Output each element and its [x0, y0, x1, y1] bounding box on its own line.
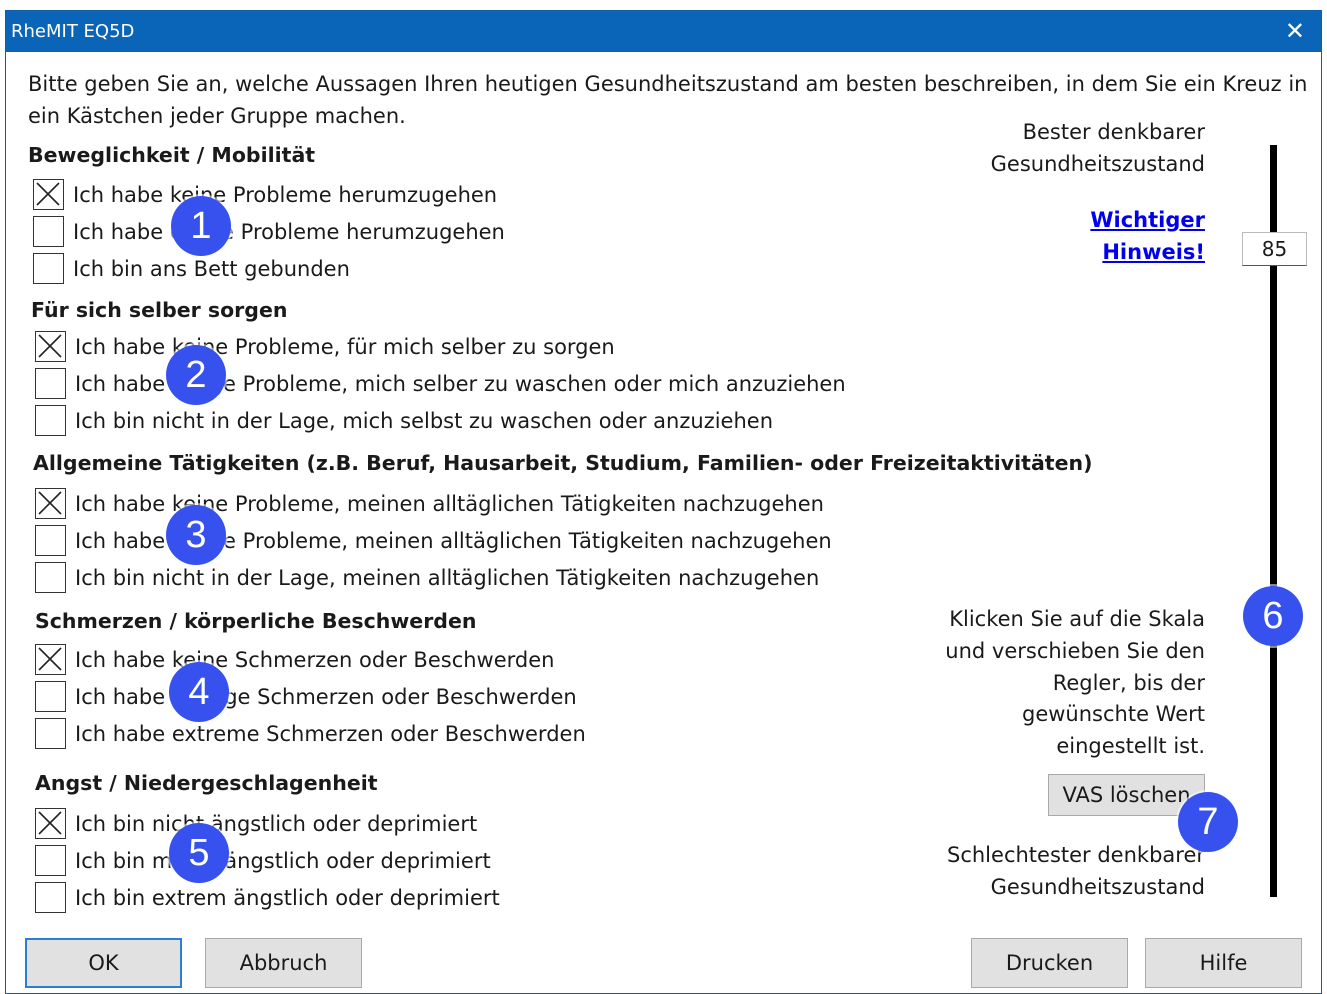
option-label: Ich habe mäßige Schmerzen oder Beschwerd…: [75, 685, 577, 709]
checkbox[interactable]: [33, 216, 64, 247]
step-badge: 7: [1178, 792, 1238, 852]
important-notice-link[interactable]: Wichtiger Hinweis!: [1090, 204, 1205, 268]
check-x-icon: [38, 334, 62, 358]
option-label: Ich habe extreme Schmerzen oder Beschwer…: [75, 722, 586, 746]
cancel-button[interactable]: Abbruch: [205, 938, 362, 988]
vas-hint-3: Regler, bis der: [1052, 671, 1205, 695]
step-badge: 4: [169, 662, 229, 722]
check-x-icon: [36, 182, 60, 206]
option-label: Ich bin extrem ängstlich oder deprimiert: [75, 886, 500, 910]
group-heading-activities: Allgemeine Tätigkeiten (z.B. Beruf, Haus…: [33, 451, 1093, 475]
print-button[interactable]: Drucken: [971, 938, 1128, 988]
option-label: Ich bin nicht ängstlich oder deprimiert: [75, 812, 478, 836]
checkbox[interactable]: [35, 644, 66, 675]
checkbox[interactable]: [35, 882, 66, 913]
check-x-icon: [38, 491, 62, 515]
checkbox[interactable]: [35, 681, 66, 712]
checkbox[interactable]: [35, 562, 66, 593]
vas-hint-2: und verschieben Sie den: [945, 639, 1205, 663]
check-x-icon: [38, 811, 62, 835]
option-label: Ich bin nicht in der Lage, mich selbst z…: [75, 409, 774, 433]
checkbox[interactable]: [35, 368, 66, 399]
option-label: Ich habe keine Probleme herumzugehen: [73, 183, 498, 207]
vas-top-label-2: Gesundheitszustand: [990, 152, 1205, 176]
close-icon[interactable]: ✕: [1285, 17, 1305, 45]
group-heading-pain: Schmerzen / körperliche Beschwerden: [35, 609, 477, 633]
step-badge: 2: [166, 345, 226, 405]
dialog-content: Bitte geben Sie an, welche Aussagen Ihre…: [6, 52, 1321, 994]
checkbox[interactable]: [33, 179, 64, 210]
vas-hint-5: eingestellt ist.: [1056, 734, 1205, 758]
help-button[interactable]: Hilfe: [1145, 938, 1302, 988]
checkbox[interactable]: [35, 718, 66, 749]
link-line-1: Wichtiger: [1090, 208, 1205, 232]
checkbox[interactable]: [35, 845, 66, 876]
link-line-2: Hinweis!: [1102, 240, 1205, 264]
option-label: Ich habe keine Schmerzen oder Beschwerde…: [75, 648, 555, 672]
vas-bottom-label-2: Gesundheitszustand: [990, 875, 1205, 899]
step-badge: 3: [166, 505, 226, 565]
vas-top-label-1: Bester denkbarer: [1022, 120, 1205, 144]
step-badge: 5: [169, 823, 229, 883]
step-badge: 1: [171, 196, 231, 256]
option-label: Ich bin nicht in der Lage, meinen alltäg…: [75, 566, 820, 590]
check-x-icon: [38, 647, 62, 671]
window-title: RheMIT EQ5D: [11, 21, 135, 42]
option-label: Ich habe keine Probleme, für mich selber…: [75, 335, 615, 359]
vas-hint-4: gewünschte Wert: [1022, 702, 1205, 726]
checkbox[interactable]: [35, 808, 66, 839]
step-badge: 6: [1243, 586, 1303, 646]
vas-bottom-label-1: Schlechtester denkbarer: [947, 843, 1205, 867]
checkbox[interactable]: [35, 331, 66, 362]
group-heading-mobility: Beweglichkeit / Mobilität: [28, 143, 316, 167]
checkbox[interactable]: [35, 405, 66, 436]
ok-button[interactable]: OK: [25, 938, 182, 988]
option-label: Ich habe einige Probleme herumzugehen: [73, 220, 505, 244]
title-bar: RheMIT EQ5D ✕: [6, 11, 1321, 52]
checkbox[interactable]: [33, 253, 64, 284]
group-heading-anxiety: Angst / Niedergeschlagenheit: [35, 771, 378, 795]
option-label: Ich bin mäßig ängstlich oder deprimiert: [75, 849, 491, 873]
group-heading-selfcare: Für sich selber sorgen: [31, 298, 288, 322]
checkbox[interactable]: [35, 525, 66, 556]
checkbox[interactable]: [35, 488, 66, 519]
vas-value-box: 85: [1242, 232, 1307, 266]
option-label: Ich bin ans Bett gebunden: [73, 257, 350, 281]
vas-hint-1: Klicken Sie auf die Skala: [949, 607, 1205, 631]
eq5d-dialog: RheMIT EQ5D ✕ Bitte geben Sie an, welche…: [5, 10, 1322, 994]
